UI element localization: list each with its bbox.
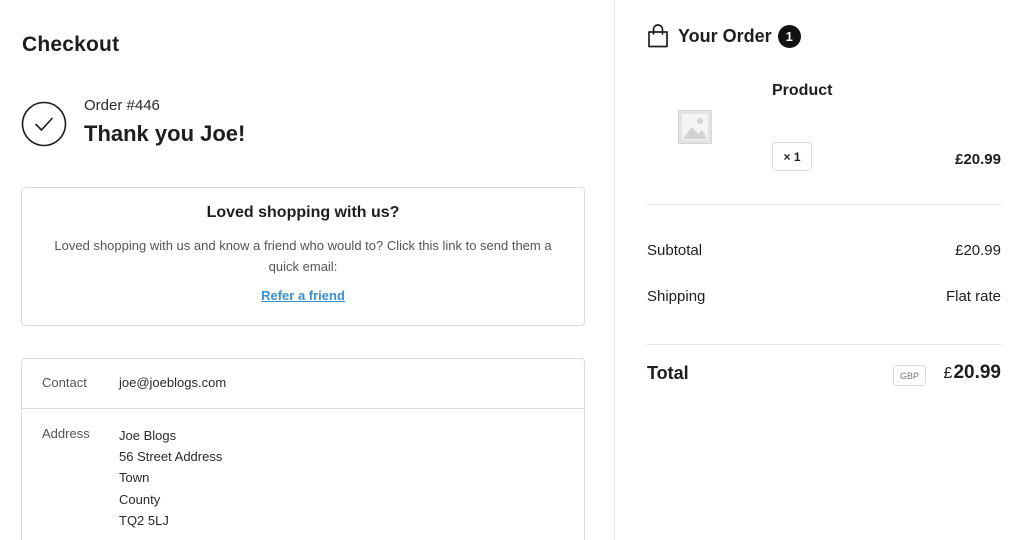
referral-box: Loved shopping with us? Loved shopping w…	[21, 187, 585, 326]
referral-title: Loved shopping with us?	[206, 204, 400, 221]
total-value: £20.99	[944, 362, 1001, 384]
total-row: Total GBP £20.99	[647, 362, 1001, 388]
page-title: Checkout	[22, 33, 120, 56]
thank-you-section: Order #446 Thank you Joe!	[21, 97, 591, 157]
address-line: 56 Street Address	[119, 449, 223, 465]
currency-badge: GBP	[892, 365, 926, 386]
contact-email: joe@joeblogs.com	[119, 375, 227, 390]
order-summary-column: Your Order 1 Product × 1 £20.99 Subtotal…	[616, 0, 1024, 540]
address-row: Address Joe Blogs 56 Street Address Town…	[22, 409, 584, 540]
shipping-label: Shipping	[647, 288, 706, 305]
image-placeholder-icon	[678, 110, 712, 144]
address-lines: Joe Blogs 56 Street Address Town County …	[119, 425, 222, 531]
subtotal-label: Subtotal	[647, 242, 703, 259]
refer-a-friend-link[interactable]: Refer a friend	[261, 288, 345, 303]
total-amount: 20.99	[953, 362, 1001, 383]
order-details-table: Contact joe@joeblogs.com Address Joe Blo…	[21, 358, 585, 540]
contact-label: Contact	[42, 375, 87, 390]
address-line: Joe Blogs	[119, 428, 177, 443]
address-line: Town	[119, 470, 150, 486]
order-confirmation-column: Checkout Order #446 Thank you Joe! Loved…	[0, 0, 615, 540]
product-price: £20.99	[955, 151, 1001, 168]
order-number: Order #446	[84, 97, 160, 114]
divider	[647, 204, 1001, 205]
item-count-badge: 1	[777, 24, 801, 48]
shopping-bag-icon	[648, 24, 668, 48]
divider	[647, 344, 1001, 345]
address-line: TQ2 5LJ	[119, 512, 169, 528]
subtotal-value: £20.99	[955, 242, 1001, 259]
contact-row: Contact joe@joeblogs.com	[22, 359, 584, 409]
total-label: Total	[647, 363, 689, 383]
checkout-page: Checkout Order #446 Thank you Joe! Loved…	[0, 0, 1024, 540]
quantity-badge: × 1	[772, 142, 812, 171]
currency-symbol: £	[943, 365, 953, 382]
order-summary-header: Your Order 1	[647, 22, 801, 50]
address-line: County	[119, 491, 161, 507]
product-header: Product	[772, 82, 833, 99]
thank-you-heading: Thank you Joe!	[84, 121, 246, 146]
shipping-value: Flat rate	[945, 288, 1001, 305]
address-label: Address	[42, 426, 90, 441]
check-circle-icon	[21, 101, 67, 147]
referral-text: Loved shopping with us and know a friend…	[54, 238, 552, 274]
order-summary-title: Your Order	[678, 25, 772, 46]
